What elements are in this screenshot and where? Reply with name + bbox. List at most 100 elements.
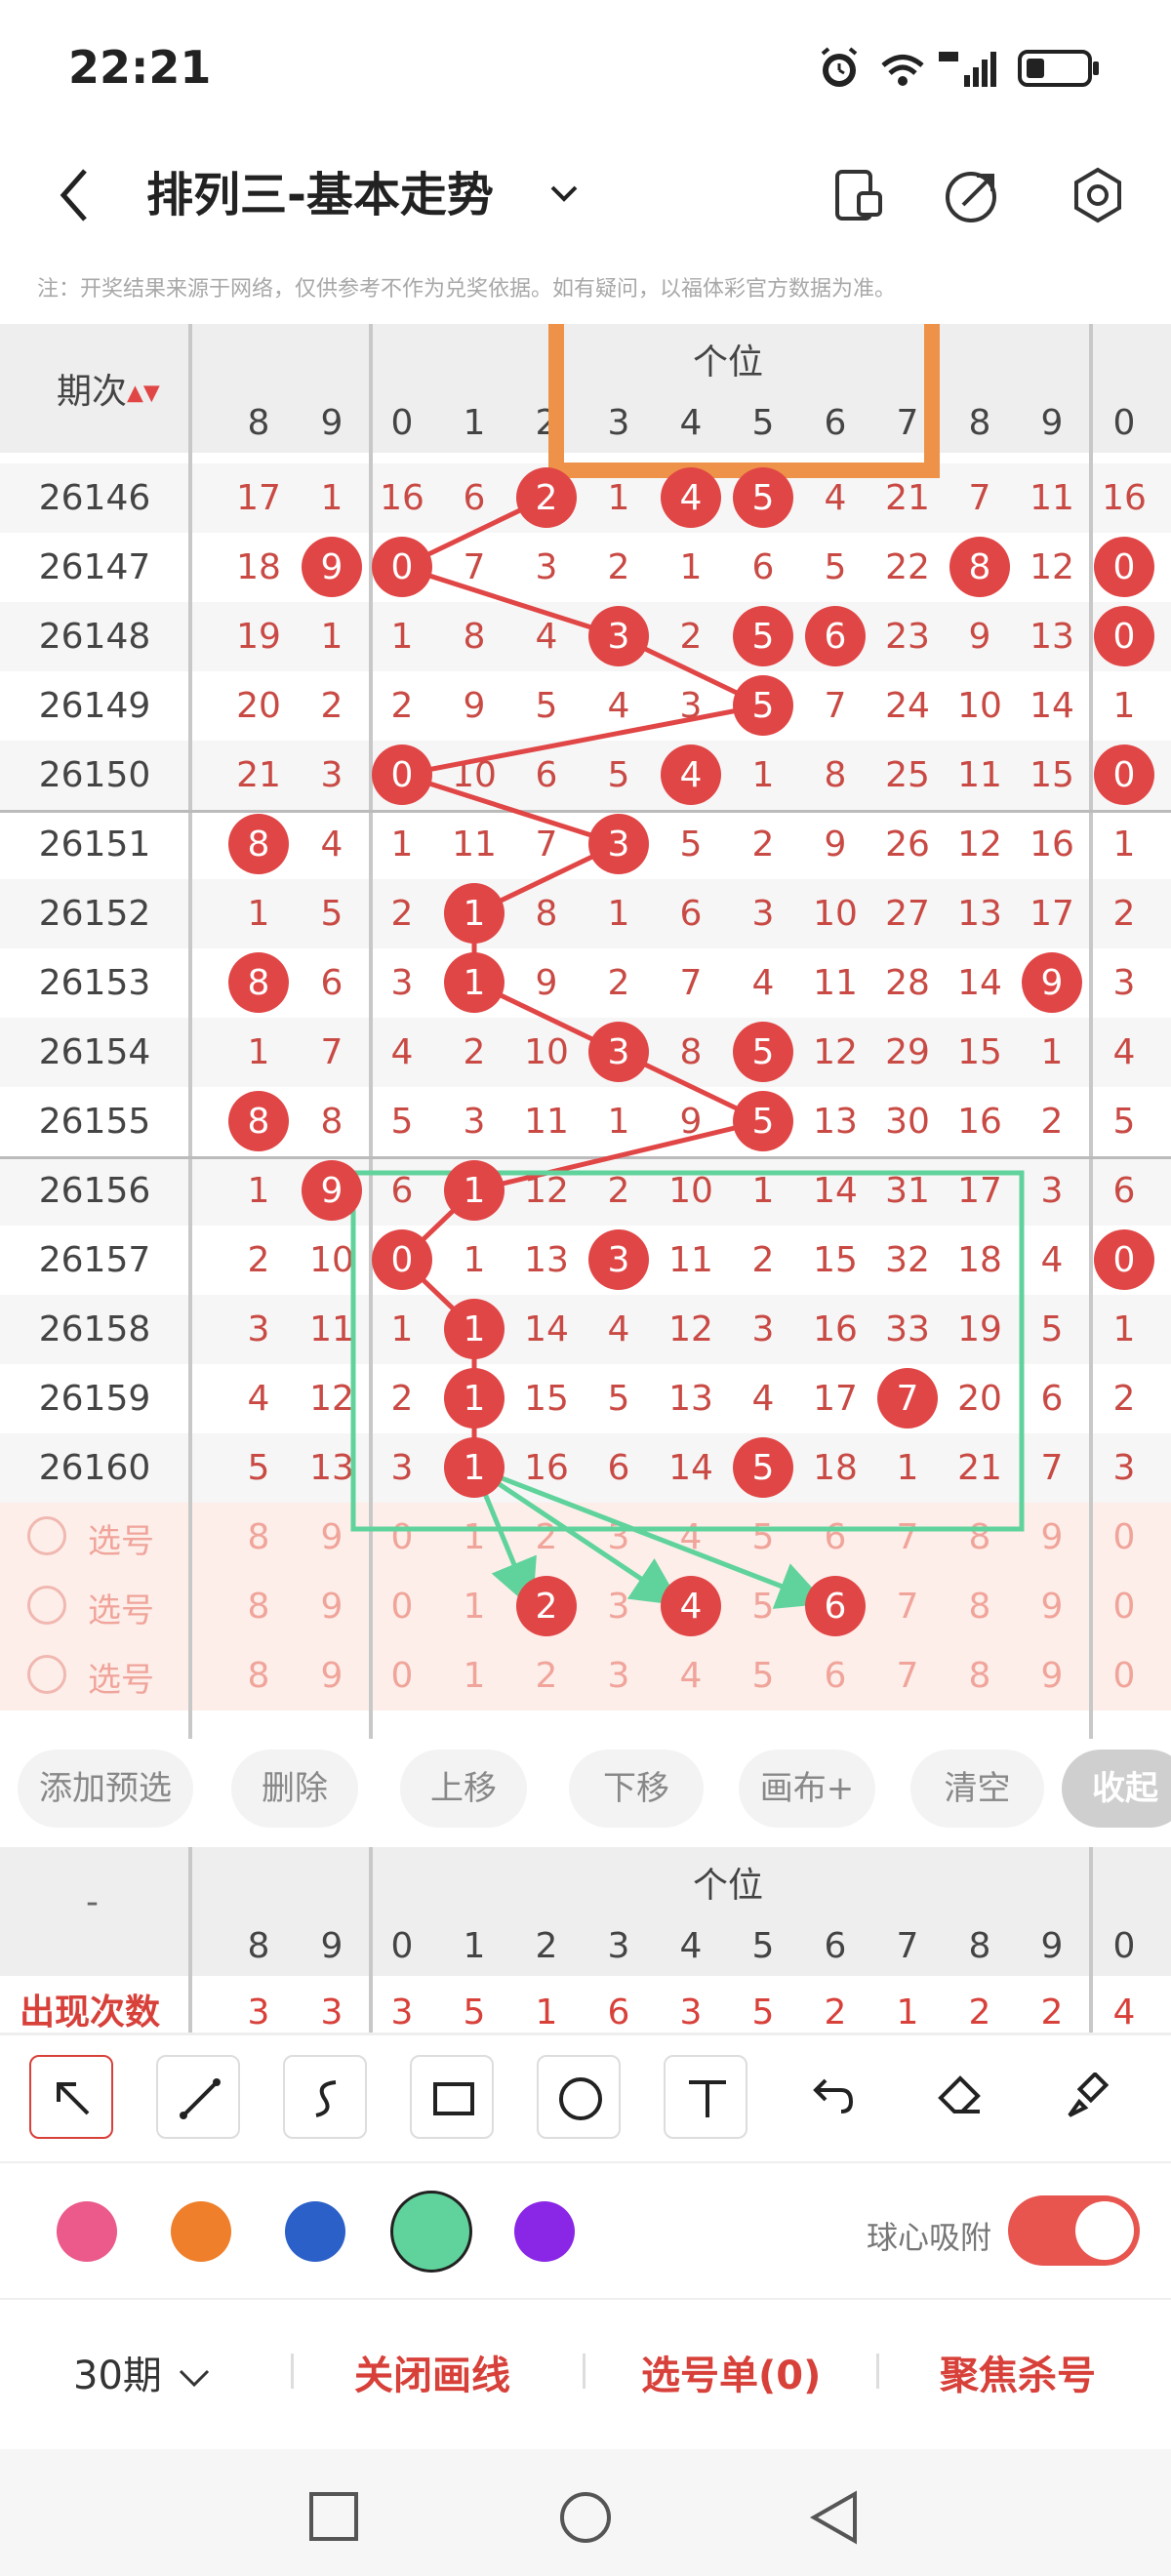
color-swatch[interactable]	[285, 2201, 345, 2262]
battery-icon	[1018, 50, 1099, 87]
count-value: 1	[535, 1992, 558, 2033]
appearance-count-label: 出现次数	[20, 1992, 161, 2033]
column-header: 4	[679, 1926, 703, 1966]
column-header: 3	[607, 1926, 630, 1966]
drawn-ball: 3	[607, 825, 630, 865]
color-swatch[interactable]	[171, 2201, 231, 2262]
brush-tool[interactable]	[1044, 2055, 1128, 2139]
column-separator	[369, 1847, 373, 2033]
undo-tool[interactable]	[790, 2055, 874, 2139]
stats-dash: -	[86, 1882, 99, 1922]
snap-toggle[interactable]	[1008, 2195, 1140, 2266]
navigation-bar	[0, 2449, 1171, 2576]
status-time: 22:21	[68, 41, 212, 94]
close-drawing-button[interactable]: 关闭画线	[354, 2344, 510, 2400]
color-swatch[interactable]	[390, 2191, 472, 2273]
drawn-ball: 3	[607, 1032, 630, 1072]
selected-ball: 4	[679, 1587, 703, 1627]
count-value: 5	[463, 1992, 486, 2033]
drawn-ball: 8	[247, 963, 270, 1003]
brush-icon	[1068, 2073, 1110, 2117]
snap-label: 球心吸附	[867, 2219, 992, 2256]
text-tool[interactable]	[664, 2055, 747, 2139]
divider	[0, 2298, 1171, 2300]
column-header: 9	[1040, 1926, 1064, 1966]
column-separator	[188, 1847, 192, 2033]
drawn-ball: 0	[1112, 1240, 1136, 1280]
drawn-ball: 0	[390, 1240, 414, 1280]
canvas-plus-button[interactable]: 画布+	[739, 1750, 875, 1828]
clear-button[interactable]: 清空	[910, 1750, 1044, 1828]
collapse-button[interactable]: 收起	[1062, 1750, 1171, 1828]
line-tool[interactable]	[156, 2055, 240, 2139]
move-up-button[interactable]: 上移	[400, 1750, 527, 1828]
drawn-ball: 1	[463, 1448, 486, 1488]
page-title[interactable]: 排列三-基本走势	[146, 156, 494, 224]
drawn-ball: 1	[463, 1379, 486, 1419]
count-value: 3	[247, 1992, 270, 2033]
drawn-ball: 4	[679, 755, 703, 795]
share-icon[interactable]	[942, 166, 1000, 224]
drawn-ball: 1	[463, 1171, 486, 1211]
move-down-button[interactable]: 下移	[569, 1750, 704, 1828]
undo-icon	[813, 2078, 854, 2113]
back-icon[interactable]	[54, 161, 93, 229]
arrow-tool[interactable]	[29, 2055, 113, 2139]
rectangle-icon	[433, 2082, 474, 2115]
drawn-ball: 9	[320, 1171, 343, 1211]
drawn-rectangle-orange[interactable]	[548, 324, 940, 478]
status-bar: 22:21	[0, 0, 1171, 137]
drawn-ball: 9	[320, 547, 343, 587]
arrow-icon	[57, 2082, 90, 2115]
recent-apps-icon[interactable]	[307, 2490, 360, 2543]
selected-ball: 6	[824, 1587, 847, 1627]
divider	[876, 2354, 879, 2389]
drawn-ball: 3	[607, 617, 630, 657]
circle-tool[interactable]	[537, 2055, 621, 2139]
text-icon	[689, 2080, 726, 2117]
curve-tool[interactable]	[283, 2055, 367, 2139]
add-preselect-button[interactable]: 添加预选	[18, 1750, 193, 1828]
drawn-ball: 5	[751, 1102, 775, 1142]
disclaimer-notice: 注：开奖结果来源于网络，仅供参考不作为兑奖依据。如有疑问，以福体彩官方数据为准。	[37, 277, 897, 302]
period-select[interactable]: 30期	[73, 2344, 214, 2400]
selection-list-button[interactable]: 选号单(0)	[641, 2344, 821, 2400]
drawn-ball: 0	[1112, 547, 1136, 587]
home-icon[interactable]	[558, 2490, 613, 2545]
drawn-ball: 4	[679, 478, 703, 518]
drawn-ball: 0	[390, 755, 414, 795]
eraser-icon	[938, 2075, 981, 2113]
eraser-tool[interactable]	[917, 2055, 1001, 2139]
column-header: 7	[896, 1926, 919, 1966]
drawn-ball: 0	[1112, 755, 1136, 795]
back-nav-icon[interactable]	[808, 2490, 861, 2545]
rectangle-tool[interactable]	[410, 2055, 494, 2139]
column-header: 8	[247, 1926, 270, 1966]
count-value: 4	[1112, 1992, 1136, 2033]
count-value: 2	[824, 1992, 847, 2033]
drawn-ball: 3	[607, 1240, 630, 1280]
settings-icon[interactable]	[1069, 166, 1127, 224]
count-value: 5	[751, 1992, 775, 2033]
drawn-ball: 6	[824, 617, 847, 657]
drawn-ball: 2	[535, 478, 558, 518]
drawn-ball: 5	[751, 1032, 775, 1072]
color-swatch[interactable]	[514, 2201, 575, 2262]
line-icon	[180, 2078, 221, 2119]
phone-share-icon[interactable]	[829, 166, 888, 224]
count-value: 2	[968, 1992, 991, 2033]
stats-panel: - 个位 出现次数 8 9 0 1 2 3 4 5 6 7 8 9 0 3 3 3 5 1 6 3 5 2 1 2 2 4	[0, 1847, 1171, 2033]
selected-ball: 2	[535, 1587, 558, 1627]
trend-table: 期次▲▼ 个位 8 9 0 1 2 3 4 5 6 7 8 9 0 26146 17 1 16 6 2 1 4 5 4 21 7…	[0, 324, 1171, 1739]
drawn-ball: 8	[968, 547, 991, 587]
chevron-down-icon[interactable]	[546, 176, 582, 211]
focus-kill-button[interactable]: 聚焦杀号	[940, 2344, 1096, 2400]
count-value: 3	[320, 1992, 343, 2033]
divider	[0, 2161, 1171, 2163]
divider	[291, 2354, 294, 2389]
column-header: 9	[320, 1926, 343, 1966]
delete-button[interactable]: 删除	[231, 1750, 358, 1828]
color-swatch[interactable]	[57, 2201, 117, 2262]
drawn-ball: 5	[751, 686, 775, 726]
column-header: 6	[824, 1926, 847, 1966]
